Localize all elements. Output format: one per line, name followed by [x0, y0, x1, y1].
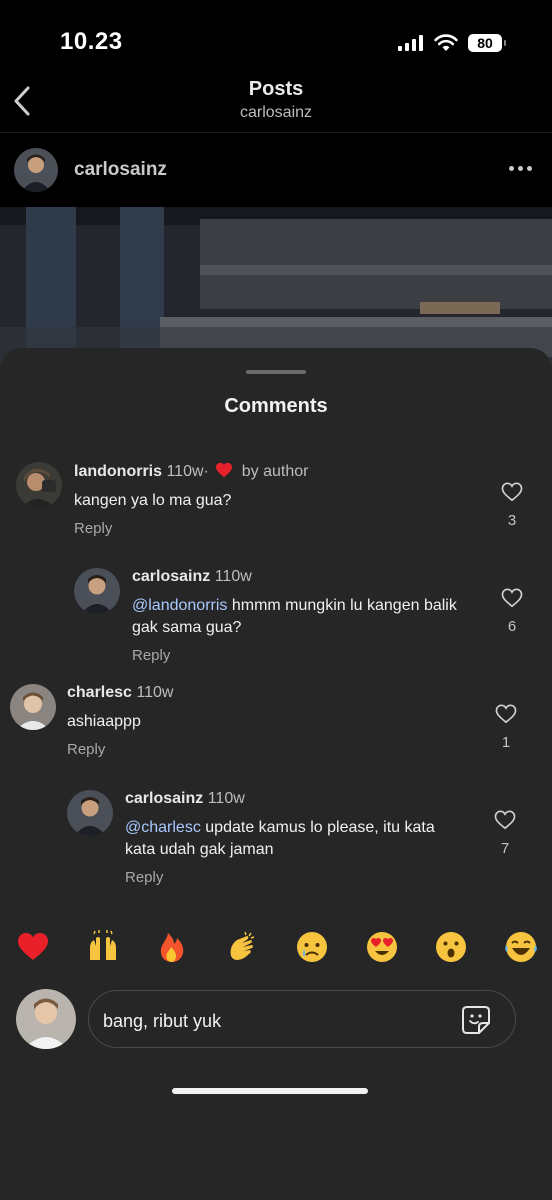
sheet-title: Comments [224, 395, 328, 417]
like-count: 7 [500, 840, 510, 857]
comment-separator: · [203, 463, 209, 480]
post-header: carlosainz [0, 140, 552, 202]
post-username[interactable]: carlosainz [74, 159, 167, 181]
red-heart-icon[interactable] [16, 930, 50, 964]
status-icons: 80 [398, 34, 506, 52]
heart-outline-icon[interactable] [494, 810, 516, 830]
heart-outline-icon[interactable] [501, 588, 523, 608]
comment-input-box[interactable] [88, 990, 516, 1048]
avatar[interactable] [74, 568, 120, 614]
comment-like: 6 [497, 588, 527, 635]
crying-face-icon[interactable] [295, 930, 329, 964]
page-title: Posts [248, 78, 304, 100]
comments-sheet: Comments landonorris 110w· by author kan… [0, 348, 552, 1200]
battery-icon: 80 [468, 34, 506, 52]
liked-by-author: by author [241, 463, 309, 480]
reply-button[interactable]: Reply [67, 741, 487, 758]
like-count: 6 [507, 618, 517, 635]
mention-link[interactable]: @landonorris [132, 597, 227, 614]
nav-bar: Posts carlosainz [0, 70, 552, 132]
wifi-icon [434, 34, 458, 51]
raising-hands-icon[interactable] [86, 930, 120, 964]
reply-button[interactable]: Reply [125, 869, 465, 886]
surprised-face-icon[interactable] [434, 930, 468, 964]
comment-text: @charlesc update kamus lo please, itu ka… [125, 817, 465, 861]
fire-icon[interactable] [155, 930, 189, 964]
comment-time: 110w [166, 463, 204, 480]
sheet-grabber[interactable] [246, 370, 306, 374]
avatar[interactable] [16, 462, 62, 508]
ellipsis-icon[interactable] [509, 166, 532, 171]
comment-time: 110w [214, 568, 252, 585]
comment-text: @landonorris hmmm mungkin lu kangen bali… [132, 595, 482, 639]
comment-time: 110w [207, 790, 245, 807]
comment-text: ashiaappp [67, 713, 141, 730]
heart-outline-icon[interactable] [501, 482, 523, 502]
page-subtitle: carlosainz [239, 104, 313, 121]
comment-meta: landonorris 110w· by author [74, 462, 494, 481]
comment-meta: carlosainz 110w [132, 568, 482, 586]
heart-outline-icon[interactable] [495, 704, 517, 724]
comment-username[interactable]: carlosainz [125, 790, 203, 807]
laughing-tears-icon[interactable] [504, 930, 538, 964]
heart-eyes-icon[interactable] [365, 930, 399, 964]
comment-text: kangen ya lo ma gua? [74, 492, 232, 509]
comment-username[interactable]: carlosainz [132, 568, 210, 585]
comment-username[interactable]: charlesc [67, 684, 132, 701]
mention-link[interactable]: @charlesc [125, 819, 201, 836]
comment-meta: carlosainz 110w [125, 790, 465, 808]
reply-button[interactable]: Reply [74, 520, 494, 537]
avatar[interactable] [67, 790, 113, 836]
comment-composer [16, 988, 536, 1050]
comment-username[interactable]: landonorris [74, 463, 162, 480]
comment-like: 7 [490, 810, 520, 857]
avatar [16, 989, 76, 1049]
like-count: 1 [501, 734, 511, 751]
status-time: 10.23 [60, 28, 123, 55]
comment-time: 110w [136, 684, 174, 701]
emoji-bar [16, 930, 538, 964]
clapping-hands-icon[interactable] [225, 930, 259, 964]
comment-like: 1 [491, 704, 521, 751]
cellular-icon [398, 35, 423, 51]
avatar[interactable] [14, 148, 58, 192]
heart-filled-icon [216, 462, 233, 478]
status-bar: 10.23 80 [0, 0, 552, 80]
comment-meta: charlesc 110w [67, 684, 487, 702]
divider [0, 132, 552, 133]
comment-like: 3 [497, 482, 527, 529]
like-count: 3 [507, 512, 517, 529]
home-indicator[interactable] [172, 1088, 368, 1094]
avatar[interactable] [10, 684, 56, 730]
reply-button[interactable]: Reply [132, 647, 482, 664]
sticker-icon[interactable] [461, 1005, 491, 1035]
comment-input[interactable] [101, 1005, 445, 1037]
